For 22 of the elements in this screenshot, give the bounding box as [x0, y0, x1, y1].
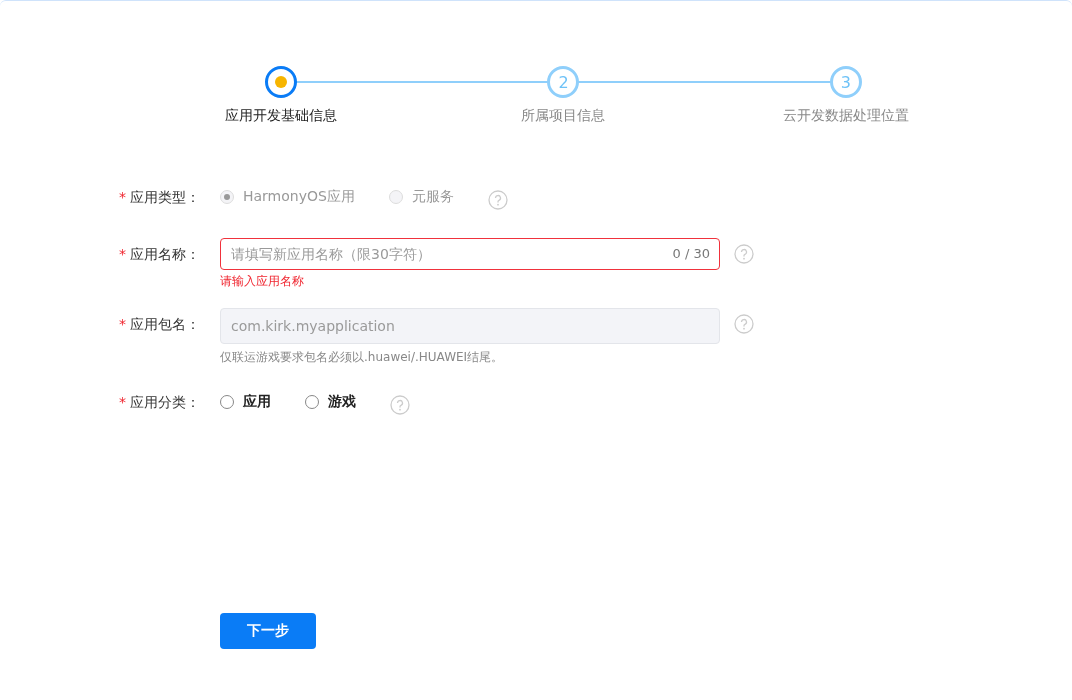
step-label: 云开发数据处理位置 — [782, 107, 909, 125]
help-icon[interactable] — [734, 244, 754, 264]
step-indicator: 2 — [547, 66, 580, 98]
field-label: * 应用包名： — [118, 315, 201, 334]
help-icon[interactable] — [734, 314, 754, 334]
step-label: 所属项目信息 — [521, 107, 606, 125]
field-label: * 应用分类： — [118, 393, 201, 412]
radio-option[interactable]: 应用 — [220, 393, 271, 411]
help-icon[interactable] — [390, 395, 410, 415]
next-button[interactable]: 下一步 — [220, 613, 316, 649]
radio-option[interactable]: 游戏 — [305, 393, 356, 411]
step-label: 应用开发基础信息 — [225, 107, 338, 125]
step-indicator: 3 — [829, 66, 862, 98]
field-label: * 应用类型： — [118, 188, 201, 207]
field-hint: 仅联运游戏要求包名必须以.huawei/.HUAWEI结尾。 — [220, 349, 505, 366]
package-name-field[interactable]: com.kirk.myapplication — [220, 308, 720, 344]
char-counter: 0 / 30 — [672, 246, 710, 261]
field-label: * 应用名称： — [118, 245, 201, 264]
error-message: 请输入应用名称 — [220, 273, 305, 290]
help-icon[interactable] — [487, 190, 508, 210]
radio-button[interactable] — [220, 395, 234, 409]
radio-button[interactable] — [305, 395, 319, 409]
